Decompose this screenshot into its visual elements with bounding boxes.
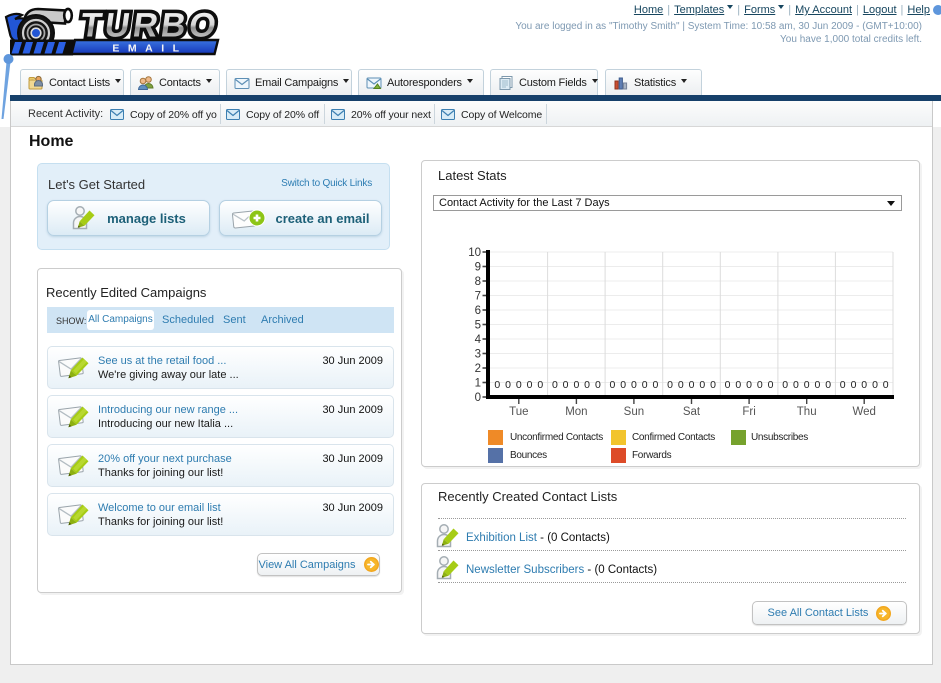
svg-text:Sun: Sun [624, 406, 644, 418]
svg-text:0: 0 [883, 379, 889, 391]
svg-text:Mon: Mon [565, 406, 587, 418]
svg-text:0: 0 [710, 379, 716, 391]
svg-text:0: 0 [735, 379, 741, 391]
svg-text:0: 0 [516, 379, 522, 391]
svg-text:8: 8 [475, 276, 481, 288]
svg-text:0: 0 [552, 379, 558, 391]
svg-text:0: 0 [475, 392, 481, 404]
svg-text:0: 0 [699, 379, 705, 391]
svg-text:0: 0 [537, 379, 543, 391]
svg-text:Thu: Thu [797, 406, 817, 418]
svg-text:0: 0 [631, 379, 637, 391]
svg-text:TURBO: TURBO [78, 7, 222, 45]
svg-text:3: 3 [475, 349, 481, 361]
svg-text:0: 0 [872, 379, 878, 391]
svg-text:0: 0 [595, 379, 601, 391]
svg-text:Tue: Tue [509, 406, 528, 418]
svg-text:2: 2 [475, 363, 481, 375]
svg-text:0: 0 [814, 379, 820, 391]
svg-text:7: 7 [475, 291, 481, 303]
svg-text:0: 0 [678, 379, 684, 391]
svg-text:0: 0 [584, 379, 590, 391]
svg-text:0: 0 [825, 379, 831, 391]
svg-text:0: 0 [851, 379, 857, 391]
svg-text:0: 0 [609, 379, 615, 391]
svg-text:0: 0 [689, 379, 695, 391]
svg-text:1: 1 [475, 378, 481, 390]
svg-text:0: 0 [563, 379, 569, 391]
svg-text:0: 0 [757, 379, 763, 391]
svg-text:0: 0 [527, 379, 533, 391]
svg-text:Wed: Wed [852, 406, 875, 418]
svg-text:0: 0 [768, 379, 774, 391]
svg-text:9: 9 [475, 262, 481, 274]
svg-text:0: 0 [652, 379, 658, 391]
svg-text:Fri: Fri [742, 406, 755, 418]
svg-text:0: 0 [505, 379, 511, 391]
svg-text:10: 10 [468, 247, 481, 259]
svg-text:5: 5 [475, 320, 481, 332]
svg-text:0: 0 [667, 379, 673, 391]
svg-text:0: 0 [725, 379, 731, 391]
svg-text:0: 0 [573, 379, 579, 391]
svg-text:0: 0 [620, 379, 626, 391]
svg-text:0: 0 [746, 379, 752, 391]
svg-text:0: 0 [642, 379, 648, 391]
svg-text:0: 0 [804, 379, 810, 391]
svg-text:Sat: Sat [683, 406, 701, 418]
svg-text:0: 0 [840, 379, 846, 391]
svg-text:0: 0 [861, 379, 867, 391]
svg-text:0: 0 [793, 379, 799, 391]
svg-text:6: 6 [475, 305, 481, 317]
svg-text:4: 4 [475, 334, 482, 346]
svg-text:0: 0 [782, 379, 788, 391]
svg-text:0: 0 [494, 379, 500, 391]
